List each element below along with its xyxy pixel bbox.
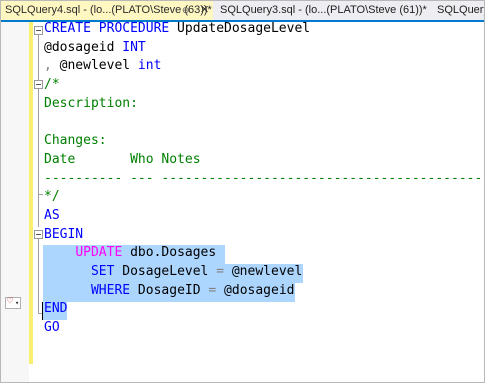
- code-line: CREATE PROCEDURE UpdateDosageLevel: [44, 21, 311, 36]
- change-tracking-bar: [29, 22, 33, 364]
- collapse-icon[interactable]: [34, 26, 43, 35]
- document-tab-bar: SQLQuery4.sql - (lo...(PLATO\Steve (63))…: [1, 1, 484, 22]
- tab-label: SQLQuery4.sql - (lo...(PLATO\Steve (63))…: [5, 4, 212, 16]
- dropdown-arrow-icon: ▾: [15, 299, 20, 307]
- code-line: BEGIN: [44, 226, 84, 242]
- tab-label: SQLQuery2: [437, 4, 484, 16]
- code-line: ---------- --- -------------------------…: [44, 170, 484, 186]
- pin-icon[interactable]: ⊕: [182, 1, 190, 20]
- code-line: Description:: [44, 95, 138, 111]
- collapse-icon[interactable]: [34, 230, 43, 239]
- code-editor[interactable]: CREATE PROCEDURE UpdateDosageLevel @dosag…: [44, 20, 484, 338]
- tab-sqlquery4[interactable]: SQLQuery4.sql - (lo...(PLATO\Steve (63))…: [1, 1, 213, 20]
- outline-guide: [38, 35, 39, 80]
- code-line: END: [44, 301, 68, 317]
- code-line: UPDATE dbo.Dosages: [75, 245, 217, 261]
- collapse-icon[interactable]: [34, 80, 43, 89]
- code-line: WHERE DosageID = @dosageid: [90, 282, 295, 298]
- tab-sqlquery3[interactable]: SQLQuery3.sql - (lo...(PLATO\Steve (61))…: [220, 1, 427, 20]
- outline-guide: [38, 239, 39, 313]
- code-line: GO: [44, 320, 60, 335]
- code-line: , @newlevel int: [44, 58, 162, 74]
- code-line: Date Who Notes: [44, 151, 201, 167]
- code-line: */: [44, 189, 60, 205]
- code-line: @dosageid INT: [44, 39, 146, 55]
- code-line: AS: [44, 207, 60, 223]
- close-icon[interactable]: ✕: [200, 1, 209, 20]
- breakpoint-marker[interactable]: ♡ ▾: [5, 296, 21, 309]
- code-line: Changes:: [44, 133, 107, 149]
- editor-window: SQLQuery4.sql - (lo...(PLATO\Steve (63))…: [0, 0, 485, 383]
- outline-guide: [38, 89, 39, 194]
- text-cursor: [42, 302, 43, 320]
- indicator-margin[interactable]: [1, 22, 29, 382]
- tab-sqlquery2[interactable]: SQLQuery2: [437, 1, 484, 20]
- code-line: SET DosageLevel = @newlevel: [90, 263, 303, 279]
- breakpoint-icon: ♡: [7, 296, 14, 307]
- outline-guide: [38, 194, 39, 227]
- tab-label: SQLQuery3.sql - (lo...(PLATO\Steve (61))…: [220, 4, 427, 16]
- code-line: /*: [44, 77, 60, 93]
